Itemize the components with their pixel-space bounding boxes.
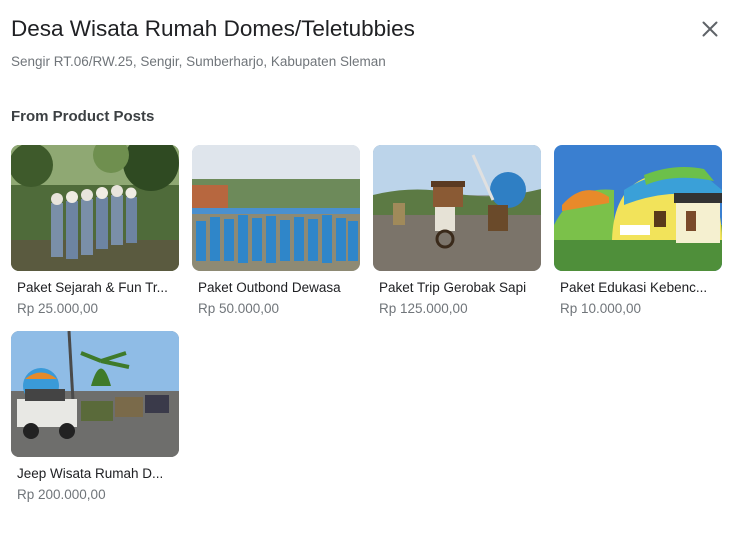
product-price: Rp 25.000,00 (17, 301, 99, 316)
product-card[interactable]: Paket Edukasi Kebenc... Rp 10.000,00 (554, 145, 722, 318)
product-grid: Paket Sejarah & Fun Tr... Rp 25.000,00 P… (11, 145, 723, 504)
product-price: Rp 10.000,00 (560, 301, 642, 316)
product-name: Paket Sejarah & Fun Tr... (17, 280, 168, 295)
product-price: Rp 125.000,00 (379, 301, 468, 316)
product-name: Paket Outbond Dewasa (198, 280, 341, 295)
product-image[interactable] (11, 331, 179, 457)
close-button[interactable] (698, 17, 722, 41)
jeep-photo (11, 331, 179, 457)
product-card[interactable]: Paket Outbond Dewasa Rp 50.000,00 (192, 145, 360, 318)
product-image[interactable] (192, 145, 360, 271)
place-header: Desa Wisata Rumah Domes/Teletubbies Seng… (11, 14, 696, 71)
product-name: Paket Trip Gerobak Sapi (379, 280, 527, 295)
product-card[interactable]: Paket Trip Gerobak Sapi Rp 125.000,00 (373, 145, 541, 318)
product-name: Paket Edukasi Kebenc... (560, 280, 708, 295)
group-photo (192, 145, 360, 271)
students-photo (11, 145, 179, 271)
product-price: Rp 200.000,00 (17, 487, 106, 502)
product-image[interactable] (11, 145, 179, 271)
product-card[interactable]: Jeep Wisata Rumah D... Rp 200.000,00 (11, 331, 179, 504)
oxcart-photo (373, 145, 541, 271)
close-icon (702, 21, 718, 37)
place-title: Desa Wisata Rumah Domes/Teletubbies (11, 16, 415, 41)
product-card[interactable]: Paket Sejarah & Fun Tr... Rp 25.000,00 (11, 145, 179, 318)
product-image[interactable] (554, 145, 722, 271)
product-image[interactable] (373, 145, 541, 271)
place-address: Sengir RT.06/RW.25, Sengir, Sumberharjo,… (11, 54, 386, 69)
dome-house-photo (554, 145, 722, 271)
product-name: Jeep Wisata Rumah D... (17, 466, 164, 481)
section-heading: From Product Posts (11, 108, 155, 125)
product-price: Rp 50.000,00 (198, 301, 280, 316)
